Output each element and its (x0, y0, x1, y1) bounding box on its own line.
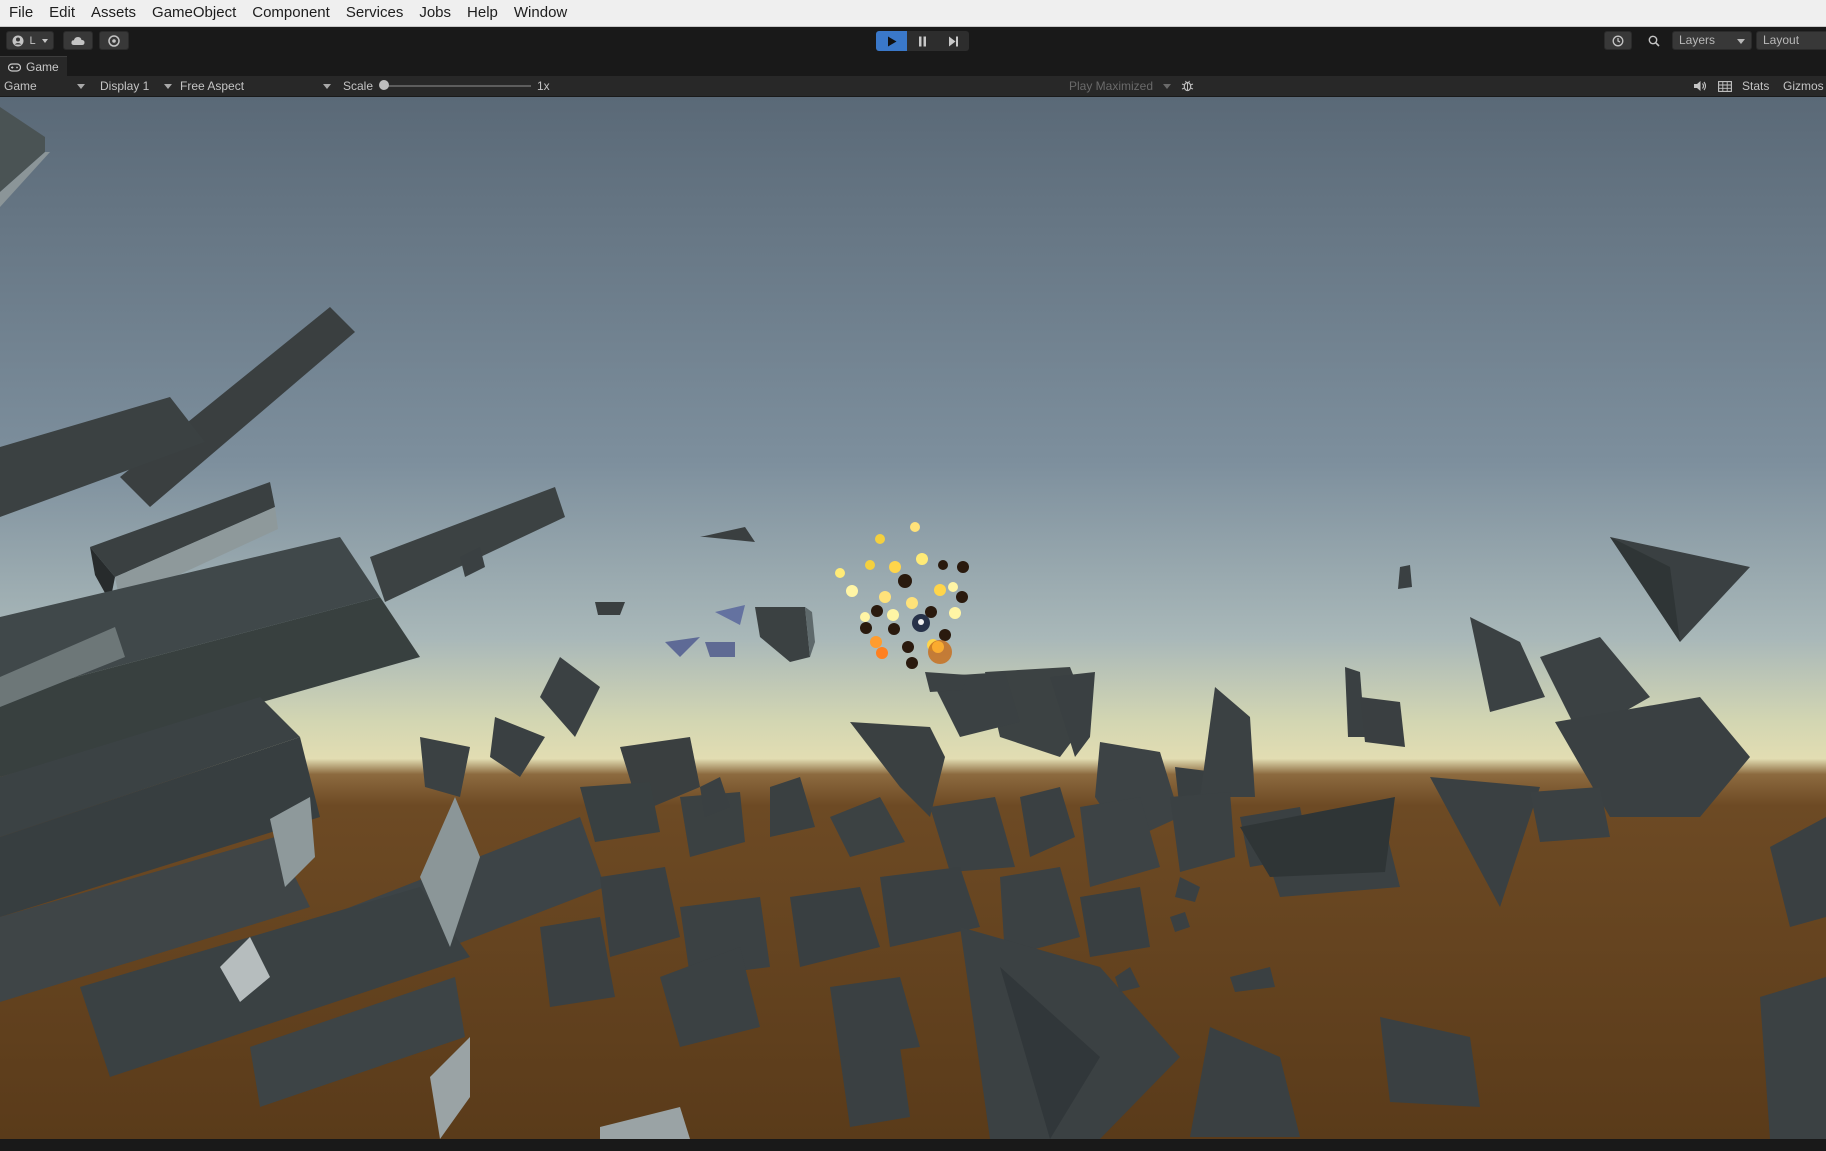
chevron-down-icon (323, 84, 331, 89)
play-mode-value: Play Maximized (1069, 79, 1154, 93)
aspect-select[interactable]: Free Aspect (180, 76, 332, 96)
history-button[interactable] (1604, 31, 1632, 50)
cloud-icon (71, 36, 85, 45)
scale-slider-track[interactable] (385, 85, 531, 87)
tab-game-label: Game (26, 60, 59, 74)
bug-button[interactable] (1181, 76, 1195, 96)
scale-label: Scale (343, 79, 374, 93)
aspect-select-value: Free Aspect (180, 79, 245, 93)
status-bar (0, 1139, 1826, 1151)
view-select-value: Game (4, 79, 37, 93)
bug-icon (1181, 80, 1194, 92)
account-icon (12, 35, 24, 46)
gamepad-icon (8, 62, 21, 72)
account-dropdown[interactable]: L (6, 31, 54, 50)
menu-bar: File Edit Assets GameObject Component Se… (0, 0, 1826, 27)
search-icon (1648, 35, 1660, 47)
layout-grid-button[interactable] (1718, 76, 1734, 96)
cloud-button[interactable] (63, 31, 93, 50)
chevron-down-icon (77, 84, 85, 89)
game-scene (0, 97, 1826, 1139)
step-icon (949, 36, 958, 46)
account-label: L (29, 34, 36, 47)
menu-edit[interactable]: Edit (41, 0, 83, 26)
game-control-bar: Game Display 1 Free Aspect Scale 1x Play… (0, 76, 1826, 97)
layers-dropdown[interactable]: Layers (1672, 31, 1752, 50)
menu-jobs[interactable]: Jobs (411, 0, 459, 26)
menu-assets[interactable]: Assets (83, 0, 144, 26)
chevron-down-icon (164, 84, 172, 89)
layout-label: Layout (1763, 33, 1800, 47)
play-button[interactable] (876, 31, 907, 51)
menu-services[interactable]: Services (338, 0, 412, 26)
view-select[interactable]: Game (4, 76, 86, 96)
step-button[interactable] (938, 31, 969, 51)
menu-component[interactable]: Component (244, 0, 338, 26)
display-select-value: Display 1 (100, 79, 150, 93)
collab-icon (108, 34, 120, 47)
game-tab-bar: Game (0, 56, 1826, 77)
main-toolbar: L Layers Layout (0, 27, 1826, 54)
gizmos-button[interactable]: Gizmos (1783, 76, 1824, 96)
chevron-down-icon (1737, 39, 1745, 44)
scale-slider-handle[interactable] (379, 80, 389, 90)
layers-label: Layers (1679, 33, 1716, 47)
menu-gameobject[interactable]: GameObject (144, 0, 244, 26)
audio-icon (1694, 81, 1707, 91)
stats-button[interactable]: Stats (1742, 76, 1769, 96)
game-viewport[interactable] (0, 97, 1826, 1139)
collab-button[interactable] (99, 31, 129, 50)
play-mode-select[interactable]: Play Maximized (1069, 76, 1173, 96)
layout-grid-icon (1718, 81, 1732, 92)
menu-file[interactable]: File (0, 0, 41, 26)
layout-dropdown[interactable]: Layout (1756, 31, 1826, 50)
menu-help[interactable]: Help (459, 0, 506, 26)
pause-icon (919, 36, 926, 46)
mute-audio-button[interactable] (1693, 76, 1709, 96)
menu-window[interactable]: Window (506, 0, 575, 26)
scale-value: 1x (537, 79, 550, 93)
play-icon (887, 36, 896, 46)
chevron-down-icon (41, 38, 48, 43)
tab-game[interactable]: Game (0, 56, 67, 77)
display-select[interactable]: Display 1 (100, 76, 172, 96)
play-controls (876, 31, 969, 51)
pause-button[interactable] (907, 31, 938, 51)
search-button[interactable] (1640, 31, 1668, 50)
chevron-down-icon (1163, 84, 1171, 89)
history-icon (1612, 35, 1624, 46)
